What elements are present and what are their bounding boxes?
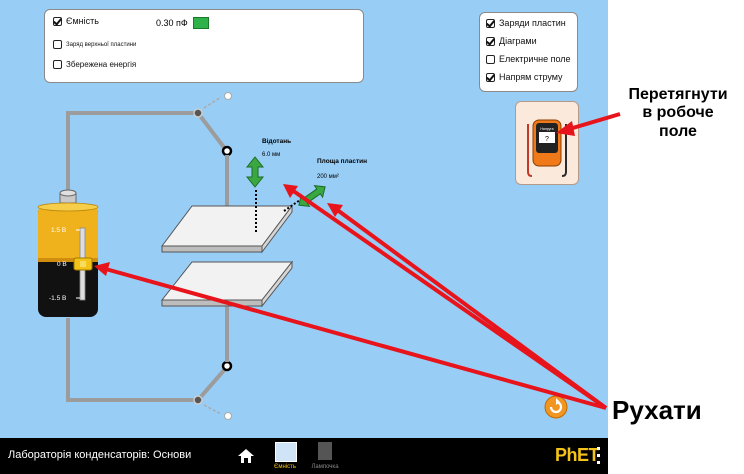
tab-capacitance-label: Ємність	[274, 464, 296, 470]
plate-area-drag-handle[interactable]	[295, 181, 329, 211]
menu-icon[interactable]	[597, 447, 600, 465]
capacitance-tab-icon	[275, 442, 297, 462]
bottom-plate	[160, 260, 294, 308]
separation-label: Відотань	[262, 137, 291, 145]
plate-charges-checkbox[interactable]	[486, 18, 495, 28]
top-switch-contact	[221, 145, 233, 157]
plate-area-value: 200 мм²	[317, 174, 339, 180]
stored-energy-checkbox-row[interactable]: Збережена енергія	[53, 60, 136, 69]
top-switch-alt-path	[203, 96, 222, 109]
top-left-wire	[66, 111, 196, 200]
navigation-bar: Лабораторія конденсаторів: Основи Ємніст…	[0, 438, 608, 474]
capacitance-bar	[193, 17, 209, 29]
top-plate-charge-label: Заряд верхньої пластини	[66, 41, 137, 48]
top-switch-pivot[interactable]	[193, 108, 203, 118]
tab-capacitance[interactable]: Ємність	[270, 440, 300, 474]
bar-graphs-checkbox-row[interactable]: Діаграми	[486, 36, 537, 46]
plate-area-label: Площа пластин	[317, 158, 367, 165]
top-plate-charge-checkbox-row[interactable]: Заряд верхньої пластини	[53, 40, 136, 49]
top-switch-arm[interactable]	[196, 111, 228, 152]
separation-drag-handle[interactable]	[245, 156, 265, 188]
current-direction-checkbox[interactable]	[486, 72, 495, 82]
play-area: 1.5 В 0 В -1.5 В Відотань 6.0 мм Площа п…	[0, 0, 608, 438]
separation-value: 6.0 мм	[262, 152, 280, 158]
meters-panel: Ємність 0.30 пФ Заряд верхньої пластини …	[44, 9, 364, 83]
capacitance-value: 0.30 пФ	[156, 18, 188, 28]
battery-top-band	[38, 205, 98, 258]
voltmeter-label: Напруга	[540, 127, 553, 131]
tab-light-bulb[interactable]: Лампочка	[308, 440, 342, 474]
electric-field-checkbox[interactable]	[486, 54, 495, 64]
drag-instruction-line-1: Перетягнути	[628, 86, 728, 103]
capacitance-label: Ємність	[66, 16, 99, 26]
capacitance-checkbox[interactable]	[53, 16, 62, 26]
sim-title: Лабораторія конденсаторів: Основи	[8, 449, 192, 461]
voltmeter-reading: ?	[545, 136, 549, 143]
drag-instruction: Перетягнути в робоче поле	[612, 86, 744, 141]
current-direction-checkbox-row[interactable]: Напрям струму	[486, 72, 563, 82]
current-direction-label: Напрям струму	[499, 72, 563, 82]
stored-energy-label: Збережена енергія	[66, 60, 137, 69]
bar-graphs-label: Діаграми	[499, 36, 537, 46]
battery-bottom-label: -1.5 В	[49, 295, 66, 302]
bottom-switch-pivot[interactable]	[193, 395, 203, 405]
capacitance-checkbox-row[interactable]: Ємність	[53, 16, 99, 26]
bottom-switch-alt-contact	[224, 412, 232, 420]
electric-field-checkbox-row[interactable]: Електричне поле	[486, 54, 571, 64]
bottom-switch-contact	[221, 360, 233, 372]
view-panel: Заряди пластин Діаграми Електричне поле …	[479, 12, 578, 92]
bottom-switch-arm[interactable]	[196, 366, 228, 402]
plate-charges-label: Заряди пластин	[499, 18, 566, 28]
voltmeter-toolbox[interactable]: ? Напруга	[515, 101, 579, 185]
move-instruction: Рухати	[612, 395, 702, 425]
stored-energy-checkbox[interactable]	[53, 60, 62, 69]
voltmeter-icon[interactable]: ? Напруга	[516, 102, 578, 184]
drag-instruction-line-3: поле	[659, 122, 697, 140]
top-switch-alt-contact	[224, 92, 232, 100]
top-plate-charge-checkbox[interactable]	[53, 40, 62, 49]
tab-light-bulb-label: Лампочка	[311, 464, 339, 470]
light-bulb-tab-icon	[318, 442, 332, 460]
top-plate[interactable]	[161, 204, 293, 254]
battery-top-label: 1.5 В	[51, 227, 66, 234]
bottom-switch-alt-path	[203, 404, 222, 415]
battery-mid-label: 0 В	[57, 261, 67, 268]
plate-charges-checkbox-row[interactable]: Заряди пластин	[486, 18, 566, 28]
bar-graphs-checkbox[interactable]	[486, 36, 495, 46]
home-icon[interactable]	[237, 448, 255, 464]
phet-logo[interactable]: PhET	[555, 445, 600, 466]
drag-instruction-line-2: в робоче	[642, 104, 714, 122]
reset-all-button[interactable]	[544, 395, 568, 419]
electric-field-label: Електричне поле	[499, 54, 571, 64]
bottom-left-wire	[66, 318, 196, 402]
battery	[37, 189, 99, 317]
